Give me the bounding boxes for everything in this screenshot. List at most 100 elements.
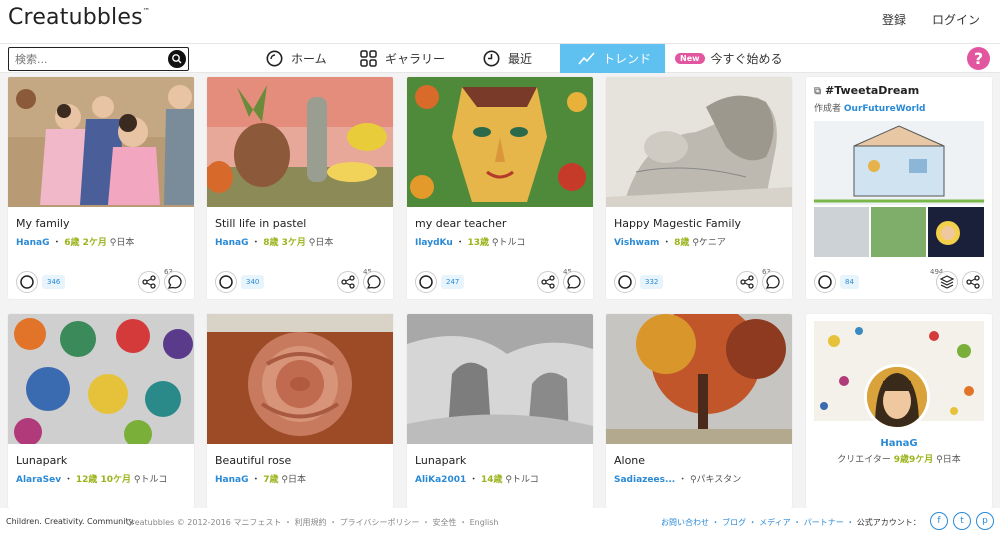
gallery-thumb[interactable] (814, 207, 869, 257)
register-link[interactable]: 登録 (882, 11, 906, 28)
card-user[interactable]: Vishwam (614, 238, 659, 248)
logo[interactable]: Creatubbles™ (8, 5, 150, 30)
bubble-button[interactable] (215, 271, 237, 293)
new-badge: New (675, 53, 705, 64)
card-user[interactable]: HanaG (16, 238, 49, 248)
artwork-image[interactable] (606, 77, 792, 207)
pinterest-icon[interactable]: p (976, 512, 994, 530)
footer-copyright: Creatubbles © 2012-2016 マニフェスト ・ 利用規約 ・ … (126, 518, 499, 527)
bubble-button[interactable] (614, 271, 636, 293)
creation-card[interactable]: Lunapark AlaraSev ・ 12歳 10ケ月 ⚲トルコ (8, 314, 194, 508)
creator-card[interactable]: HanaG クリエイター 9歳9ケ月 ⚲日本 (806, 314, 992, 508)
share-button[interactable] (962, 271, 984, 293)
facebook-icon[interactable]: f (930, 512, 948, 530)
card-location: トルコ (140, 475, 168, 485)
footer-links[interactable]: マニフェスト ・ 利用規約 ・ プライバシーポリシー ・ 安全性 ・ Engli… (233, 518, 498, 527)
card-meta: Vishwam ・ 8歳 ⚲ケニア (614, 238, 726, 248)
clock-icon (483, 50, 500, 67)
card-title[interactable]: Happy Magestic Family (614, 217, 741, 230)
bubble-icon (618, 275, 632, 289)
card-user[interactable]: HanaG (215, 475, 248, 485)
location-icon: ⚲ (692, 238, 699, 248)
bubble-count: 340 (241, 275, 265, 289)
artwork-image[interactable] (407, 314, 593, 444)
bubble-button[interactable] (415, 271, 437, 293)
artwork-image[interactable] (606, 314, 792, 444)
avatar[interactable] (864, 364, 930, 430)
share-button[interactable] (537, 271, 559, 293)
comment-icon (167, 275, 182, 289)
share-button[interactable] (736, 271, 758, 293)
card-user[interactable]: IlaydKu (415, 238, 453, 248)
card-title[interactable]: My family (16, 217, 69, 230)
bubble-count: 346 (42, 275, 66, 289)
card-title[interactable]: my dear teacher (415, 217, 506, 230)
gallery-card[interactable]: ⧉ #TweetaDream 作成者 OurFutureWorld 84 494 (806, 77, 992, 299)
author-label: 作成者 (814, 104, 842, 114)
nav-start-label: 今すぐ始める (710, 52, 783, 66)
nav-trend[interactable]: トレンド (560, 44, 665, 73)
card-title[interactable]: Alone (614, 454, 645, 467)
comment-button[interactable] (762, 271, 784, 293)
card-age: 13歳 (467, 238, 490, 248)
card-title[interactable]: Still life in pastel (215, 217, 306, 230)
artwork-image[interactable] (207, 77, 393, 207)
help-button[interactable]: ? (967, 47, 990, 70)
nav-home-label: ホーム (291, 52, 327, 66)
bubble-button[interactable] (16, 271, 38, 293)
gallery-title[interactable]: ⧉ #TweetaDream (814, 84, 919, 97)
creation-card[interactable]: Happy Magestic Family Vishwam ・ 8歳 ⚲ケニア … (606, 77, 792, 299)
card-user[interactable]: AlaraSev (16, 475, 61, 485)
gallery-thumb[interactable] (928, 207, 984, 257)
location-icon: ⚲ (133, 475, 141, 485)
creation-card[interactable]: Lunapark AliKa2001 ・ 14歳 ⚲トルコ (407, 314, 593, 508)
share-icon (142, 275, 156, 289)
nav-gallery[interactable]: ギャラリー (360, 44, 445, 73)
card-user[interactable]: AliKa2001 (415, 475, 466, 485)
creation-card[interactable]: Still life in pastel HanaG ・ 8歳 3ケ月 ⚲日本 … (207, 77, 393, 299)
gallery-thumb[interactable] (871, 207, 926, 257)
search-input[interactable] (15, 51, 165, 67)
creation-card[interactable]: Alone Sadiazees... ・ ⚲パキスタン (606, 314, 792, 508)
comment-button[interactable] (164, 271, 186, 293)
gallery-main-image[interactable] (814, 121, 984, 205)
comment-button[interactable] (563, 271, 585, 293)
top-bar: Creatubbles™ 登録 ログイン (0, 0, 1000, 43)
twitter-icon[interactable]: t (953, 512, 971, 530)
card-title[interactable]: Lunapark (415, 454, 466, 467)
comment-button[interactable] (363, 271, 385, 293)
location-icon: ⚲ (936, 455, 943, 465)
artwork-image[interactable] (407, 77, 593, 207)
creation-card[interactable]: Beautiful rose HanaG ・ 7歳 ⚲日本 (207, 314, 393, 508)
share-button[interactable] (337, 271, 359, 293)
share-button[interactable] (138, 271, 160, 293)
creation-card[interactable]: My family HanaG ・ 6歳 2ケ月 ⚲日本 346 63 (8, 77, 194, 299)
bubble-icon (219, 275, 233, 289)
share-icon (966, 275, 980, 289)
card-title[interactable]: Lunapark (16, 454, 67, 467)
search-icon[interactable] (168, 50, 186, 68)
card-title[interactable]: Beautiful rose (215, 454, 291, 467)
footer: Children. Creativity. Community. Creatub… (0, 508, 1000, 533)
gallery-author: 作成者 OurFutureWorld (814, 101, 926, 114)
bubble-button[interactable] (814, 271, 836, 293)
footer-tagline: Children. Creativity. Community. (6, 517, 135, 526)
stack-button[interactable] (936, 271, 958, 293)
nav-home[interactable]: ホーム (266, 44, 327, 73)
artwork-image[interactable] (8, 314, 194, 444)
card-meta: AlaraSev ・ 12歳 10ケ月 ⚲トルコ (16, 475, 168, 485)
trend-icon (578, 52, 595, 65)
card-user[interactable]: HanaG (215, 238, 248, 248)
grid-icon (360, 50, 377, 67)
artwork-image[interactable] (207, 314, 393, 444)
author-link[interactable]: OurFutureWorld (844, 104, 926, 114)
footer-contact-links[interactable]: お問い合わせ ・ ブログ ・ メディア ・ パートナー ・ (661, 518, 854, 527)
creator-name[interactable]: HanaG (806, 438, 992, 449)
card-user[interactable]: Sadiazees... (614, 475, 675, 485)
login-link[interactable]: ログイン (932, 11, 980, 28)
nav-recent[interactable]: 最近 (483, 44, 532, 73)
creation-card[interactable]: my dear teacher IlaydKu ・ 13歳 ⚲トルコ 247 4… (407, 77, 593, 299)
nav-start-now[interactable]: New 今すぐ始める (675, 44, 783, 73)
card-meta: Sadiazees... ・ ⚲パキスタン (614, 472, 741, 485)
artwork-image[interactable] (8, 77, 194, 207)
